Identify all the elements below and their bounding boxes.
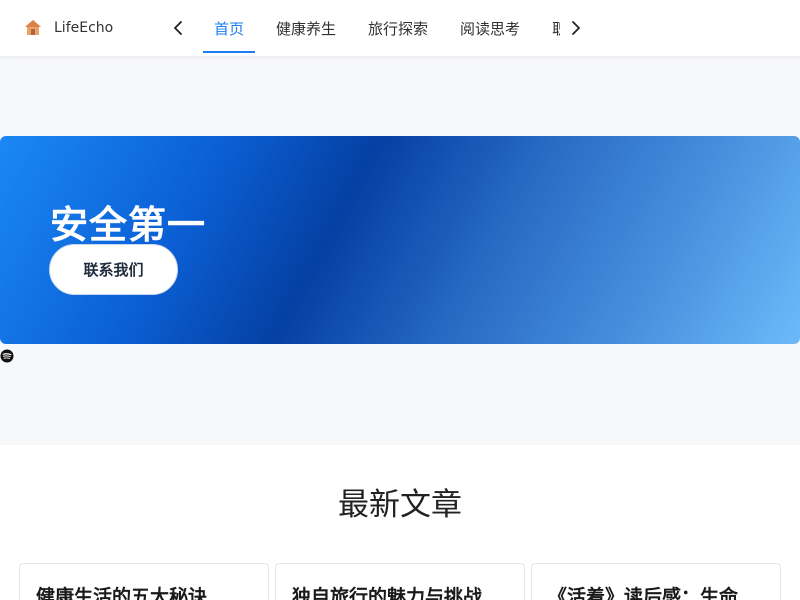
tab-career[interactable]: 职场: [536, 0, 560, 56]
chevron-right-icon[interactable]: [566, 18, 586, 38]
section-title: 最新文章: [338, 487, 462, 523]
article-title: 独自旅行的魅力与挑战: [292, 586, 483, 600]
hero-title: 安全第一: [50, 203, 207, 247]
latest-articles-section: 最新文章 健康生活的五大秘诀 独自旅行的魅力与挑战 《活着》读后感：生命: [0, 445, 800, 600]
brand-name: LifeEcho: [54, 20, 114, 36]
article-card[interactable]: 健康生活的五大秘诀: [19, 563, 269, 600]
top-navbar: LifeEcho 首页 健康养生 旅行探索 阅读思考 职场: [0, 0, 800, 56]
spotify-icon[interactable]: [0, 348, 14, 363]
nav-tabs: 首页 健康养生 旅行探索 阅读思考 职场: [198, 0, 560, 56]
tab-label: 阅读思考: [460, 19, 521, 38]
tab-health[interactable]: 健康养生: [260, 0, 352, 56]
contact-us-button[interactable]: 联系我们: [49, 244, 178, 295]
tab-label: 旅行探索: [368, 19, 429, 38]
tab-reading[interactable]: 阅读思考: [444, 0, 536, 56]
tab-label: 健康养生: [276, 19, 337, 38]
article-card[interactable]: 独自旅行的魅力与挑战: [275, 563, 525, 600]
house-icon: [24, 19, 42, 37]
tab-travel[interactable]: 旅行探索: [352, 0, 444, 56]
article-card[interactable]: 《活着》读后感：生命: [531, 563, 781, 600]
article-title: 《活着》读后感：生命: [548, 586, 739, 600]
hero-banner: 安全第一 联系我们: [0, 136, 800, 344]
article-title: 健康生活的五大秘诀: [36, 586, 208, 600]
tab-label: 职场: [552, 19, 560, 38]
tab-label: 首页: [214, 19, 245, 38]
brand-logo[interactable]: LifeEcho: [24, 15, 113, 41]
tab-home[interactable]: 首页: [198, 0, 260, 56]
chevron-left-icon[interactable]: [168, 18, 188, 38]
